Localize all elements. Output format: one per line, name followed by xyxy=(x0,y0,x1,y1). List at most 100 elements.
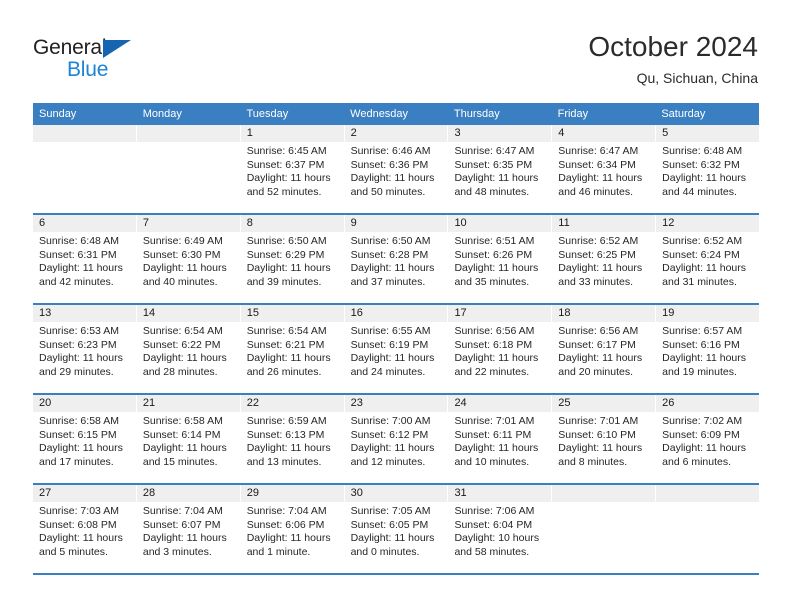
sunrise-text: Sunrise: 6:48 AM xyxy=(39,235,119,247)
day-cell[interactable]: 12 Sunrise: 6:52 AM Sunset: 6:24 PM Dayl… xyxy=(656,215,760,303)
day-cell[interactable]: 22 Sunrise: 6:59 AM Sunset: 6:13 PM Dayl… xyxy=(240,395,345,483)
daylight-text-line1: Daylight: 11 hours xyxy=(142,442,227,454)
day-cell[interactable] xyxy=(552,485,657,573)
day-details: Sunrise: 7:03 AM Sunset: 6:08 PM Dayligh… xyxy=(33,502,136,559)
day-number: 27 xyxy=(33,485,136,502)
day-cell[interactable]: 2 Sunrise: 6:46 AM Sunset: 6:36 PM Dayli… xyxy=(344,125,449,213)
day-cell[interactable]: 1 Sunrise: 6:45 AM Sunset: 6:37 PM Dayli… xyxy=(240,125,345,213)
day-cell[interactable]: 20 Sunrise: 6:58 AM Sunset: 6:15 PM Dayl… xyxy=(33,395,137,483)
daylight-text-line2: and 8 minutes. xyxy=(558,455,628,468)
day-cell[interactable]: 19 Sunrise: 6:57 AM Sunset: 6:16 PM Dayl… xyxy=(656,305,760,393)
day-cell[interactable]: 27 Sunrise: 7:03 AM Sunset: 6:08 PM Dayl… xyxy=(33,485,137,573)
daylight-text-line1: Daylight: 11 hours xyxy=(39,262,123,274)
day-cell[interactable]: 23 Sunrise: 7:00 AM Sunset: 6:12 PM Dayl… xyxy=(344,395,449,483)
day-details: Sunrise: 6:54 AM Sunset: 6:22 PM Dayligh… xyxy=(137,322,240,379)
day-number: 26 xyxy=(656,395,760,412)
sunset-text: Sunset: 6:18 PM xyxy=(454,338,533,351)
calendar-page: General Blue October 2024 Qu, Sichuan, C… xyxy=(0,0,792,612)
day-cell[interactable]: 13 Sunrise: 6:53 AM Sunset: 6:23 PM Dayl… xyxy=(33,305,137,393)
daylight-text-line1: Daylight: 11 hours xyxy=(662,172,747,184)
day-number: 18 xyxy=(552,305,656,322)
daylight-text-line2: and 58 minutes. xyxy=(454,545,530,558)
sunset-text: Sunset: 6:14 PM xyxy=(142,428,221,441)
sunrise-text: Sunrise: 7:01 AM xyxy=(558,415,639,427)
daylight-text-line1: Daylight: 11 hours xyxy=(39,352,123,364)
daylight-text-line2: and 3 minutes. xyxy=(142,545,212,558)
day-cell[interactable] xyxy=(33,125,137,213)
daylight-text-line2: and 31 minutes. xyxy=(662,275,737,288)
day-cell[interactable]: 21 Sunrise: 6:58 AM Sunset: 6:14 PM Dayl… xyxy=(136,395,241,483)
daylight-text-line1: Daylight: 11 hours xyxy=(350,532,435,544)
daylight-text-line1: Daylight: 11 hours xyxy=(142,352,227,364)
page-subtitle: Qu, Sichuan, China xyxy=(636,70,758,86)
daylight-text-line2: and 42 minutes. xyxy=(39,275,114,288)
day-cell[interactable] xyxy=(656,485,760,573)
day-cell[interactable]: 15 Sunrise: 6:54 AM Sunset: 6:21 PM Dayl… xyxy=(240,305,345,393)
day-number: 14 xyxy=(136,305,240,322)
week-row: 13 Sunrise: 6:53 AM Sunset: 6:23 PM Dayl… xyxy=(33,305,760,395)
sunrise-text: Sunrise: 7:03 AM xyxy=(39,505,119,517)
sunrise-text: Sunrise: 6:47 AM xyxy=(454,145,535,157)
daylight-text-line2: and 29 minutes. xyxy=(39,365,114,378)
sunset-text: Sunset: 6:16 PM xyxy=(662,338,740,351)
day-details: Sunrise: 6:48 AM Sunset: 6:31 PM Dayligh… xyxy=(33,232,136,289)
sunset-text: Sunset: 6:07 PM xyxy=(142,518,221,531)
week-row: 1 Sunrise: 6:45 AM Sunset: 6:37 PM Dayli… xyxy=(33,125,760,215)
day-cell[interactable]: 17 Sunrise: 6:56 AM Sunset: 6:18 PM Dayl… xyxy=(448,305,553,393)
day-cell[interactable]: 5 Sunrise: 6:48 AM Sunset: 6:32 PM Dayli… xyxy=(656,125,760,213)
day-details: Sunrise: 6:51 AM Sunset: 6:26 PM Dayligh… xyxy=(448,232,551,289)
day-cell[interactable]: 6 Sunrise: 6:48 AM Sunset: 6:31 PM Dayli… xyxy=(33,215,137,303)
day-cell[interactable]: 7 Sunrise: 6:49 AM Sunset: 6:30 PM Dayli… xyxy=(136,215,241,303)
day-cell[interactable]: 10 Sunrise: 6:51 AM Sunset: 6:26 PM Dayl… xyxy=(448,215,553,303)
day-details: Sunrise: 6:57 AM Sunset: 6:16 PM Dayligh… xyxy=(656,322,759,379)
day-number: 13 xyxy=(33,305,136,322)
day-cell[interactable]: 14 Sunrise: 6:54 AM Sunset: 6:22 PM Dayl… xyxy=(136,305,241,393)
sunset-text: Sunset: 6:36 PM xyxy=(350,158,429,171)
sunset-text: Sunset: 6:12 PM xyxy=(350,428,429,441)
weekday-header-row: Sunday Monday Tuesday Wednesday Thursday… xyxy=(33,103,759,125)
daylight-text-line2: and 1 minute. xyxy=(246,545,311,558)
day-cell[interactable]: 24 Sunrise: 7:01 AM Sunset: 6:11 PM Dayl… xyxy=(448,395,553,483)
day-cell[interactable]: 3 Sunrise: 6:47 AM Sunset: 6:35 PM Dayli… xyxy=(448,125,553,213)
sunset-text: Sunset: 6:09 PM xyxy=(662,428,740,441)
day-cell[interactable]: 16 Sunrise: 6:55 AM Sunset: 6:19 PM Dayl… xyxy=(344,305,449,393)
week-row: 27 Sunrise: 7:03 AM Sunset: 6:08 PM Dayl… xyxy=(33,485,760,575)
sunrise-text: Sunrise: 6:47 AM xyxy=(558,145,639,157)
day-details xyxy=(33,142,136,145)
day-cell[interactable]: 29 Sunrise: 7:04 AM Sunset: 6:06 PM Dayl… xyxy=(240,485,345,573)
sunrise-text: Sunrise: 6:46 AM xyxy=(350,145,431,157)
day-cell[interactable]: 31 Sunrise: 7:06 AM Sunset: 6:04 PM Dayl… xyxy=(448,485,553,573)
day-number: 11 xyxy=(552,215,656,232)
day-cell[interactable]: 9 Sunrise: 6:50 AM Sunset: 6:28 PM Dayli… xyxy=(344,215,449,303)
day-cell[interactable]: 11 Sunrise: 6:52 AM Sunset: 6:25 PM Dayl… xyxy=(552,215,657,303)
daylight-text-line2: and 37 minutes. xyxy=(350,275,426,288)
daylight-text-line2: and 35 minutes. xyxy=(454,275,530,288)
day-details: Sunrise: 6:58 AM Sunset: 6:14 PM Dayligh… xyxy=(137,412,240,469)
day-cell[interactable]: 26 Sunrise: 7:02 AM Sunset: 6:09 PM Dayl… xyxy=(656,395,760,483)
day-cell[interactable]: 8 Sunrise: 6:50 AM Sunset: 6:29 PM Dayli… xyxy=(240,215,345,303)
sunset-text: Sunset: 6:34 PM xyxy=(558,158,636,171)
sunrise-text: Sunrise: 7:04 AM xyxy=(246,505,327,517)
sunrise-text: Sunrise: 6:49 AM xyxy=(142,235,223,247)
sunset-text: Sunset: 6:31 PM xyxy=(39,248,117,261)
sunset-text: Sunset: 6:24 PM xyxy=(662,248,740,261)
sunrise-text: Sunrise: 6:53 AM xyxy=(39,325,119,337)
sunrise-text: Sunrise: 6:54 AM xyxy=(246,325,327,337)
day-number: 12 xyxy=(656,215,760,232)
generalblue-logo[interactable]: General Blue xyxy=(33,36,163,84)
day-cell[interactable]: 4 Sunrise: 6:47 AM Sunset: 6:34 PM Dayli… xyxy=(552,125,657,213)
day-cell[interactable]: 28 Sunrise: 7:04 AM Sunset: 6:07 PM Dayl… xyxy=(136,485,241,573)
sunset-text: Sunset: 6:17 PM xyxy=(558,338,636,351)
day-number: 9 xyxy=(344,215,448,232)
sunset-text: Sunset: 6:37 PM xyxy=(246,158,325,171)
day-details: Sunrise: 6:49 AM Sunset: 6:30 PM Dayligh… xyxy=(137,232,240,289)
day-cell[interactable]: 18 Sunrise: 6:56 AM Sunset: 6:17 PM Dayl… xyxy=(552,305,657,393)
logo-text-general: General xyxy=(33,36,107,59)
day-cell[interactable] xyxy=(136,125,241,213)
day-cell[interactable]: 30 Sunrise: 7:05 AM Sunset: 6:05 PM Dayl… xyxy=(344,485,449,573)
sunset-text: Sunset: 6:25 PM xyxy=(558,248,636,261)
daylight-text-line1: Daylight: 11 hours xyxy=(246,172,331,184)
daylight-text-line1: Daylight: 11 hours xyxy=(454,262,539,274)
daylight-text-line2: and 22 minutes. xyxy=(454,365,530,378)
day-cell[interactable]: 25 Sunrise: 7:01 AM Sunset: 6:10 PM Dayl… xyxy=(552,395,657,483)
